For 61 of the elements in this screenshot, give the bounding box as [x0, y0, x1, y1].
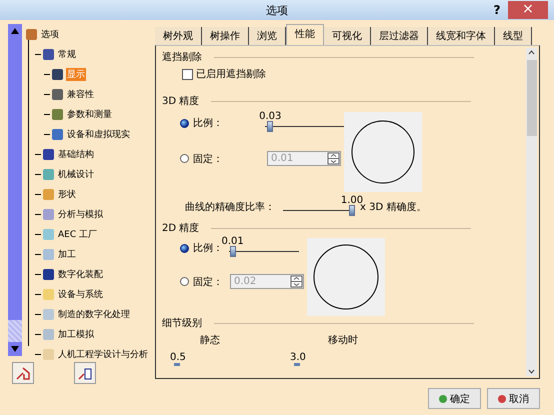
checkbox-label: 已启用遮挡剔除 [196, 68, 266, 81]
tree-item[interactable]: 参数和测量 [66, 108, 113, 120]
dialog-button[interactable]: 确定 [428, 388, 481, 409]
radio-label: 比例： [193, 116, 224, 130]
scroll-down-icon[interactable] [527, 368, 536, 376]
section-title: 3D 精度 [162, 94, 200, 108]
tree-item[interactable]: 形状 [57, 188, 77, 200]
radio-button[interactable] [180, 118, 189, 128]
column-label: 移动时 [328, 334, 358, 347]
tree-item[interactable]: 设备与系统 [57, 288, 104, 300]
radio-label: 固定： [193, 276, 224, 288]
radio-label: 比例： [193, 242, 223, 255]
slider-label: 曲线的精确度比率： [185, 200, 275, 214]
tab[interactable]: 树操作 [202, 27, 249, 45]
tree-item[interactable]: 选项 [40, 28, 60, 40]
tree-item[interactable]: 基础结构 [57, 148, 95, 160]
tree-item[interactable]: 制造的数字化处理 [57, 308, 131, 320]
slider-thumb[interactable] [230, 246, 236, 257]
tab[interactable]: 浏览 [249, 27, 286, 45]
tab[interactable]: 性能 [286, 24, 324, 45]
document-icon[interactable] [74, 362, 96, 384]
window-title: 选项 [266, 4, 288, 16]
tree-item[interactable]: 设备和虚拟现实 [66, 128, 131, 140]
tab[interactable]: 层过滤器 [371, 27, 428, 45]
tree-item[interactable]: 兼容性 [66, 88, 95, 100]
tree-item[interactable]: 人机工程学设计与分析 [57, 348, 149, 360]
tab[interactable]: 线型 [495, 27, 532, 45]
slider-thumb[interactable] [267, 121, 274, 132]
tree-item[interactable]: 加工 [57, 248, 77, 260]
section-title: 2D 精度 [162, 222, 200, 235]
radio-button[interactable] [180, 244, 189, 252]
scroll-down-icon[interactable] [8, 342, 22, 356]
tree-item[interactable]: 加工模拟 [57, 328, 95, 340]
section-title: 细节级别 [162, 316, 202, 330]
slider-value: 0.01 [222, 236, 244, 247]
checkbox[interactable] [182, 68, 193, 80]
tab[interactable]: 可视化 [324, 27, 371, 45]
radio-label: 固定： [193, 152, 224, 166]
tree-item[interactable]: 机械设计 [57, 168, 95, 180]
section-title: 遮挡剔除 [162, 50, 202, 64]
tab[interactable]: 树外观 [155, 27, 202, 45]
slider-value: 3.0 [290, 352, 307, 363]
scrollbar-thumb[interactable] [526, 60, 536, 136]
tree-item[interactable]: 常规 [57, 48, 77, 60]
slider-thumb[interactable] [349, 205, 355, 216]
tree-item[interactable]: 数字化装配 [57, 268, 104, 280]
column-label: 静态 [200, 334, 220, 347]
slider-thumb[interactable] [174, 363, 180, 366]
tab[interactable]: 线宽和字体 [428, 27, 495, 45]
scroll-up-icon[interactable] [8, 24, 22, 38]
help-button[interactable]: ? [486, 3, 508, 17]
scroll-up-icon[interactable] [527, 48, 536, 56]
slider-value: 0.03 [259, 111, 282, 122]
slider-thumb[interactable] [294, 363, 300, 366]
scrollbar-thumb[interactable] [8, 38, 22, 320]
tree-item[interactable]: AEC 工厂 [57, 228, 98, 240]
slider-value: 0.5 [170, 352, 187, 363]
home-icon[interactable] [12, 362, 34, 384]
tree-item[interactable]: 分析与模拟 [57, 208, 104, 220]
dialog-button[interactable]: 取消 [487, 388, 540, 409]
close-button[interactable]: × [508, 1, 548, 19]
